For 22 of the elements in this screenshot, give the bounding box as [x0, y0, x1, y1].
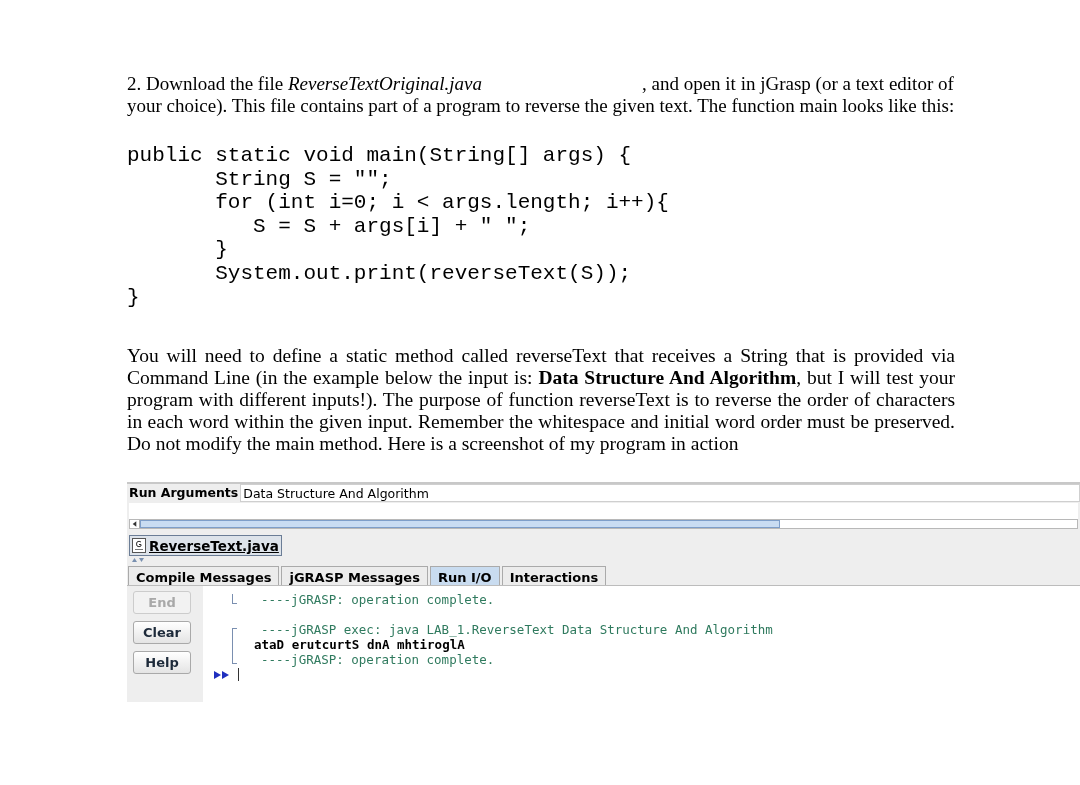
text-cursor [238, 668, 239, 682]
scrollbar-thumb[interactable] [140, 520, 780, 529]
java-file-icon [132, 538, 146, 554]
message-tab[interactable]: Compile Messages [128, 566, 280, 586]
message-tab[interactable]: jGRASP Messages [281, 566, 428, 586]
description-text: You will need to define a static method called reverseText that receives a String that is provided via Command Line (in the example below the input is: Data Structure And Algorithm, but I will test your program with different inputs!). The purpose of function reverseText is to reverse the order of characters in each word within the given input. Remember the whitespace and initial word order must be preserved. Do not modify the main method. Here is a screenshot of my program in action [127, 345, 955, 456]
instruction-text: 2. Download the file ReverseTextOriginal.java , and open it in jGrasp (or a text editor of your choice). This file contains part of a program to reverse the given text. The function main looks like this: [127, 73, 955, 117]
run-arguments-field[interactable]: Data Structure And Algorithm [240, 484, 1080, 503]
collapse-arrows-icon[interactable] [131, 557, 145, 564]
status-line: ----jGRASP exec: java LAB_1.ReverseText Data Structure And Algorithm [261, 622, 773, 638]
output-line: ataD erutcurtS dnA mhtiroglA [254, 637, 465, 653]
horizontal-scrollbar[interactable] [129, 519, 1078, 530]
code-text: public static void main(String[] args) { String S = ""; for (int i=0; i < args.length; i++){ S = S + args[i] + " "; } System.out.print(reverseText(S)); } [127, 144, 669, 310]
message-tab[interactable]: Run I/O [429, 566, 500, 586]
status-line: ----jGRASP: operation complete. [261, 652, 495, 668]
message-tab[interactable]: Interactions [501, 566, 607, 586]
prompt-arrows-icon [214, 670, 230, 679]
file-tab[interactable]: ReverseText.java [129, 535, 282, 557]
run-arguments-label: Run Arguments [128, 484, 240, 503]
status-line: ----jGRASP: operation complete. [261, 592, 495, 608]
side-button[interactable]: Help [133, 651, 191, 675]
side-button[interactable]: Clear [133, 621, 191, 645]
